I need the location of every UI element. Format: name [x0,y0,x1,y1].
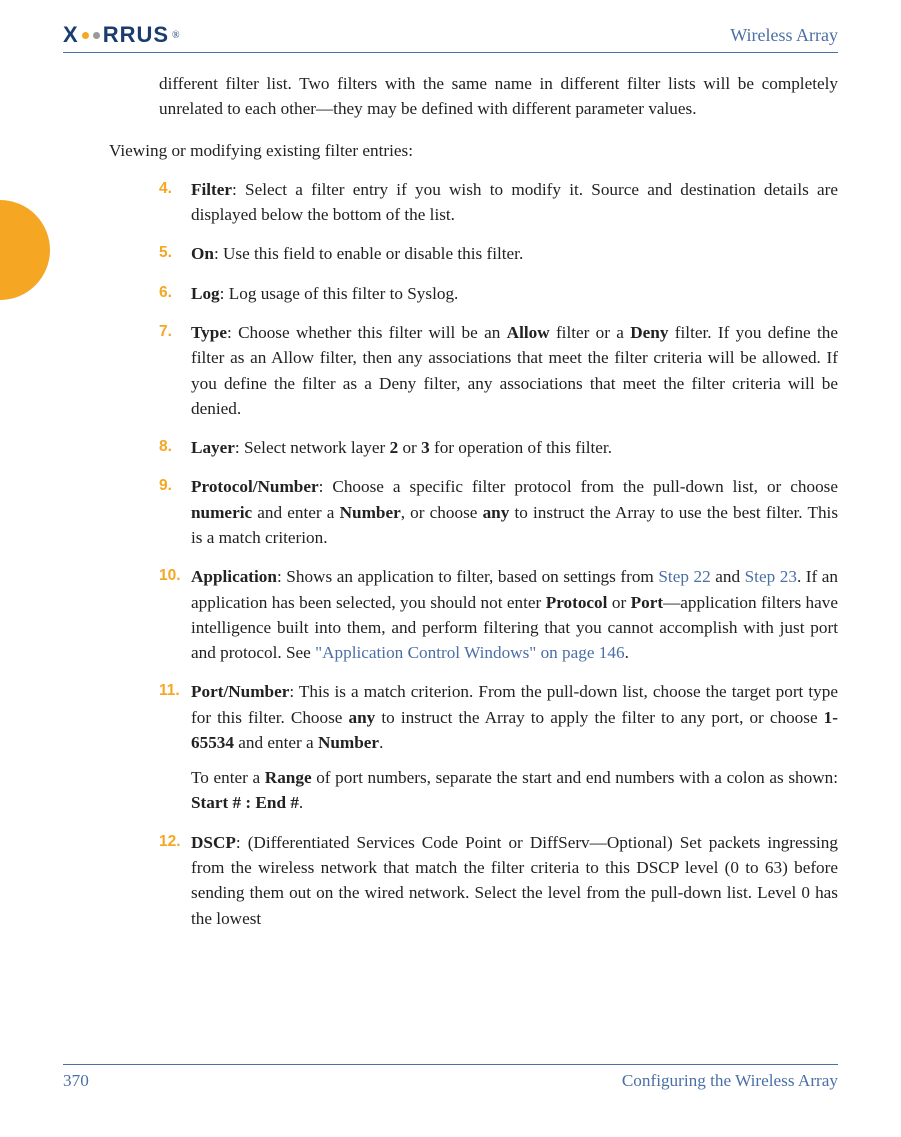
list-item: 11. Port/Number: This is a match criteri… [159,679,838,815]
term-start-end: Start # : End # [191,793,299,812]
term-application: Application [191,567,277,586]
intro-paragraph: different filter list. Two filters with … [159,71,838,122]
text: of port numbers, separate the start and … [312,768,838,787]
item-body: On: Use this field to enable or disable … [191,241,838,266]
page: X RRUS ® Wireless Array different filter… [0,0,901,1137]
item-body: Layer: Select network layer 2 or 3 for o… [191,435,838,460]
list-item: 10. Application: Shows an application to… [159,564,838,665]
list-item: 4. Filter: Select a filter entry if you … [159,177,838,228]
list-item: 12. DSCP: (Differentiated Services Code … [159,830,838,931]
link-app-control-windows[interactable]: "Application Control Windows" on page 14… [315,643,624,662]
text: for operation of this filter. [430,438,612,457]
list-item: 5. On: Use this field to enable or disab… [159,241,838,266]
text: : Log usage of this filter to Syslog. [220,284,459,303]
text: . [299,793,303,812]
term-number: Number [318,733,379,752]
term-2: 2 [390,438,399,457]
text: : Use this field to enable or disable th… [214,244,523,263]
item-body: Application: Shows an application to fil… [191,564,838,665]
text: and [711,567,745,586]
item-body: Port/Number: This is a match criterion. … [191,679,838,815]
item-number: 12. [159,830,191,931]
term-numeric: numeric [191,503,252,522]
text: : (Differentiated Services Code Point or… [191,833,838,928]
page-header: X RRUS ® Wireless Array [63,22,838,53]
content-area: different filter list. Two filters with … [159,71,838,931]
list-item: 8. Layer: Select network layer 2 or 3 fo… [159,435,838,460]
section-heading: Viewing or modifying existing filter ent… [109,138,838,163]
term-deny: Deny [630,323,668,342]
link-step-22[interactable]: Step 22 [658,567,710,586]
term-dscp: DSCP [191,833,236,852]
logo-dot-icon [93,32,100,39]
term-layer: Layer [191,438,235,457]
text: and enter a [234,733,318,752]
term-filter: Filter [191,180,232,199]
term-port: Port [631,593,663,612]
text: : Select network layer [235,438,390,457]
term-number: Number [340,503,401,522]
item-body: Type: Choose whether this filter will be… [191,320,838,421]
text: , or choose [401,503,483,522]
list-item: 7. Type: Choose whether this filter will… [159,320,838,421]
text: : Choose a specific filter protocol from… [319,477,838,496]
item-number: 7. [159,320,191,421]
item-body: Filter: Select a filter entry if you wis… [191,177,838,228]
link-step-23[interactable]: Step 23 [745,567,797,586]
item-number: 6. [159,281,191,306]
item-body: Protocol/Number: Choose a specific filte… [191,474,838,550]
logo-registered: ® [172,30,180,41]
text: : Select a filter entry if you wish to m… [191,180,838,224]
item-number: 4. [159,177,191,228]
section-tab-icon [0,200,50,300]
term-range: Range [265,768,312,787]
text: To enter a [191,768,265,787]
list-item: 9. Protocol/Number: Choose a specific fi… [159,474,838,550]
text: filter or a [550,323,631,342]
logo: X RRUS ® [63,22,180,48]
page-footer: 370 Configuring the Wireless Array [63,1064,838,1091]
term-protocol: Protocol [546,593,608,612]
item-body: DSCP: (Differentiated Services Code Poin… [191,830,838,931]
item-number: 11. [159,679,191,815]
item-number: 10. [159,564,191,665]
item-body: Log: Log usage of this filter to Syslog. [191,281,838,306]
term-protocol-number: Protocol/Number [191,477,319,496]
text: and enter a [252,503,339,522]
item-number: 8. [159,435,191,460]
term-port-number: Port/Number [191,682,289,701]
logo-dot-icon [82,32,89,39]
term-type: Type [191,323,227,342]
term-any: any [483,503,510,522]
item-number: 9. [159,474,191,550]
page-number: 370 [63,1071,89,1091]
term-on: On [191,244,214,263]
footer-section-title: Configuring the Wireless Array [622,1071,838,1091]
term-3: 3 [421,438,430,457]
text: : Shows an application to filter, based … [277,567,658,586]
term-log: Log [191,284,220,303]
text: : Choose whether this filter will be an [227,323,507,342]
item-number: 5. [159,241,191,266]
term-allow: Allow [507,323,550,342]
text: or [398,438,421,457]
term-any: any [349,708,376,727]
text: . [625,643,629,662]
list-item: 6. Log: Log usage of this filter to Sysl… [159,281,838,306]
text: to instruct the Array to apply the filte… [375,708,823,727]
text: . [379,733,383,752]
logo-text-rrus: RRUS [103,22,169,48]
header-title: Wireless Array [730,25,838,46]
text: or [607,593,630,612]
numbered-list: 4. Filter: Select a filter entry if you … [159,177,838,931]
logo-text-x: X [63,22,79,48]
